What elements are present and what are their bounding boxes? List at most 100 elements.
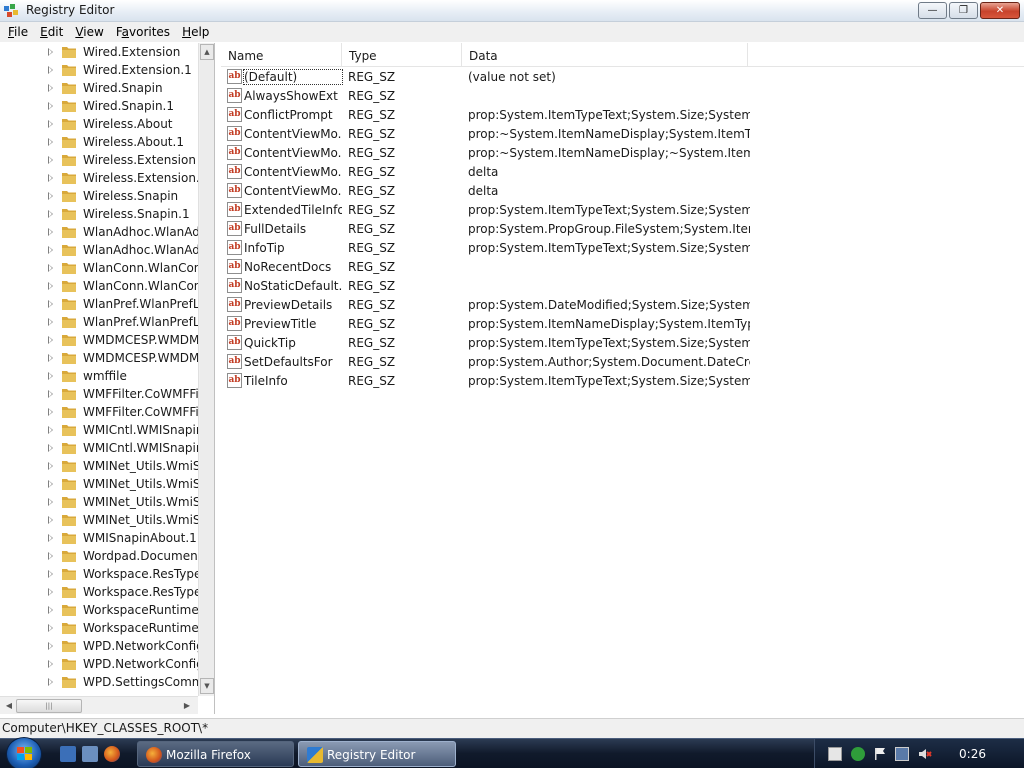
- expand-arrow-icon[interactable]: [48, 588, 53, 596]
- expand-arrow-icon[interactable]: [48, 246, 53, 254]
- expand-arrow-icon[interactable]: [48, 66, 53, 74]
- tree-item[interactable]: WMDMCESP.WMDMC: [0, 331, 198, 349]
- value-row[interactable]: ab ContentViewMo... REG_SZ delta: [221, 182, 1024, 201]
- expand-arrow-icon[interactable]: [48, 426, 53, 434]
- scroll-thumb[interactable]: |||: [16, 699, 82, 713]
- expand-arrow-icon[interactable]: [48, 318, 53, 326]
- expand-arrow-icon[interactable]: [48, 390, 53, 398]
- scroll-track[interactable]: [200, 60, 214, 680]
- value-row[interactable]: ab InfoTip REG_SZ prop:System.ItemTypeText;…: [221, 239, 1024, 258]
- expand-arrow-icon[interactable]: [48, 408, 53, 416]
- expand-arrow-icon[interactable]: [48, 444, 53, 452]
- scroll-left-icon[interactable]: ◀: [2, 699, 16, 713]
- tree-item[interactable]: Wordpad.Document.1: [0, 547, 198, 565]
- tree-item[interactable]: WPD.NetworkConfigC: [0, 637, 198, 655]
- value-row[interactable]: ab PreviewTitle REG_SZ prop:System.ItemName…: [221, 315, 1024, 334]
- tree-item[interactable]: Wired.Extension.1: [0, 61, 198, 79]
- value-row[interactable]: ab AlwaysShowExt REG_SZ: [221, 87, 1024, 106]
- expand-arrow-icon[interactable]: [48, 624, 53, 632]
- tree-item[interactable]: WMINet_Utils.WmiSir: [0, 511, 198, 529]
- clock[interactable]: 0:26: [959, 747, 986, 761]
- tree-item[interactable]: WlanAdhoc.WlanAdh: [0, 223, 198, 241]
- expand-arrow-icon[interactable]: [48, 552, 53, 560]
- tree-horizontal-scrollbar[interactable]: ◀ ||| ▶: [0, 696, 198, 714]
- value-row[interactable]: ab SetDefaultsFor REG_SZ prop:System.Author…: [221, 353, 1024, 372]
- scroll-right-icon[interactable]: ▶: [180, 699, 194, 713]
- scroll-down-icon[interactable]: ▼: [200, 678, 214, 694]
- expand-arrow-icon[interactable]: [48, 84, 53, 92]
- tree-item[interactable]: Wireless.About.1: [0, 133, 198, 151]
- firefox-quicklaunch-icon[interactable]: [104, 746, 120, 762]
- tree-vertical-scrollbar[interactable]: ▲ ▼: [198, 43, 214, 696]
- expand-arrow-icon[interactable]: [48, 228, 53, 236]
- scroll-up-icon[interactable]: ▲: [200, 44, 214, 60]
- expand-arrow-icon[interactable]: [48, 570, 53, 578]
- expand-arrow-icon[interactable]: [48, 120, 53, 128]
- tree-item[interactable]: WMISnapinAbout.1: [0, 529, 198, 547]
- tree-item[interactable]: WMDMCESP.WMDMC: [0, 349, 198, 367]
- tree-item[interactable]: WMICntl.WMISnapin.: [0, 439, 198, 457]
- maximize-button[interactable]: ❐: [949, 2, 978, 19]
- network-icon[interactable]: [895, 747, 909, 761]
- taskbar-button-mozilla-firefox[interactable]: Mozilla Firefox: [137, 741, 294, 767]
- minimize-button[interactable]: —: [918, 2, 947, 19]
- value-row[interactable]: ab ContentViewMo... REG_SZ prop:~System.Ite…: [221, 125, 1024, 144]
- expand-arrow-icon[interactable]: [48, 480, 53, 488]
- expand-arrow-icon[interactable]: [48, 282, 53, 290]
- tree-item[interactable]: Wireless.About: [0, 115, 198, 133]
- tree-item[interactable]: WMICntl.WMISnapin: [0, 421, 198, 439]
- close-button[interactable]: ✕: [980, 2, 1020, 19]
- value-row[interactable]: ab (Default) REG_SZ (value not set): [221, 68, 1024, 87]
- value-row[interactable]: ab ContentViewMo... REG_SZ prop:~System.Ite…: [221, 144, 1024, 163]
- expand-arrow-icon[interactable]: [48, 678, 53, 686]
- value-row[interactable]: ab NoStaticDefault... REG_SZ: [221, 277, 1024, 296]
- expand-arrow-icon[interactable]: [48, 210, 53, 218]
- tree-item[interactable]: WPD.SettingsCommit: [0, 673, 198, 691]
- document-icon[interactable]: [828, 747, 842, 761]
- value-row[interactable]: ab FullDetails REG_SZ prop:System.PropGroup…: [221, 220, 1024, 239]
- tree-item[interactable]: Wireless.Snapin.1: [0, 205, 198, 223]
- tree-item[interactable]: Workspace.ResTypeRe: [0, 565, 198, 583]
- flag-icon[interactable]: [873, 747, 887, 761]
- value-row[interactable]: ab ConflictPrompt REG_SZ prop:System.ItemTy…: [221, 106, 1024, 125]
- column-header-data[interactable]: Data: [462, 43, 748, 67]
- expand-arrow-icon[interactable]: [48, 138, 53, 146]
- expand-arrow-icon[interactable]: [48, 300, 53, 308]
- show-desktop-icon[interactable]: [60, 746, 76, 762]
- tree-item[interactable]: WMINet_Utils.WmiSir: [0, 493, 198, 511]
- value-row[interactable]: ab ContentViewMo... REG_SZ delta: [221, 163, 1024, 182]
- expand-arrow-icon[interactable]: [48, 534, 53, 542]
- expand-arrow-icon[interactable]: [48, 48, 53, 56]
- column-header-name[interactable]: Name: [221, 43, 342, 67]
- tree-item[interactable]: Wired.Extension: [0, 43, 198, 61]
- expand-arrow-icon[interactable]: [48, 174, 53, 182]
- value-row[interactable]: ab NoRecentDocs REG_SZ: [221, 258, 1024, 277]
- menu-view[interactable]: View: [69, 25, 109, 39]
- column-header-type[interactable]: Type: [342, 43, 462, 67]
- expand-arrow-icon[interactable]: [48, 606, 53, 614]
- value-row[interactable]: ab TileInfo REG_SZ prop:System.ItemTypeText…: [221, 372, 1024, 391]
- taskbar-button-registry-editor[interactable]: Registry Editor: [298, 741, 456, 767]
- tree-item[interactable]: WMINet_Utils.WmiSec: [0, 457, 198, 475]
- tree-item[interactable]: WorkspaceRuntime.W: [0, 601, 198, 619]
- expand-arrow-icon[interactable]: [48, 498, 53, 506]
- start-button[interactable]: [6, 737, 42, 768]
- expand-arrow-icon[interactable]: [48, 660, 53, 668]
- tree-item[interactable]: WMFFilter.CoWMFFilt: [0, 385, 198, 403]
- expand-arrow-icon[interactable]: [48, 372, 53, 380]
- expand-arrow-icon[interactable]: [48, 156, 53, 164]
- switch-windows-icon[interactable]: [82, 746, 98, 762]
- tree-item[interactable]: Wired.Snapin.1: [0, 97, 198, 115]
- tree-item[interactable]: WlanPref.WlanPrefLU: [0, 295, 198, 313]
- expand-arrow-icon[interactable]: [48, 354, 53, 362]
- tree-item[interactable]: Wireless.Extension.1: [0, 169, 198, 187]
- tree-item[interactable]: WMINet_Utils.WmiSec: [0, 475, 198, 493]
- tree-item[interactable]: Workspace.ResTypeRe: [0, 583, 198, 601]
- expand-arrow-icon[interactable]: [48, 192, 53, 200]
- volume-muted-icon[interactable]: [918, 747, 932, 761]
- value-row[interactable]: ab ExtendedTileInfo REG_SZ prop:System.Item…: [221, 201, 1024, 220]
- tree-item[interactable]: WlanAdhoc.WlanAdh: [0, 241, 198, 259]
- expand-arrow-icon[interactable]: [48, 102, 53, 110]
- value-row[interactable]: ab QuickTip REG_SZ prop:System.ItemTypeText…: [221, 334, 1024, 353]
- expand-arrow-icon[interactable]: [48, 264, 53, 272]
